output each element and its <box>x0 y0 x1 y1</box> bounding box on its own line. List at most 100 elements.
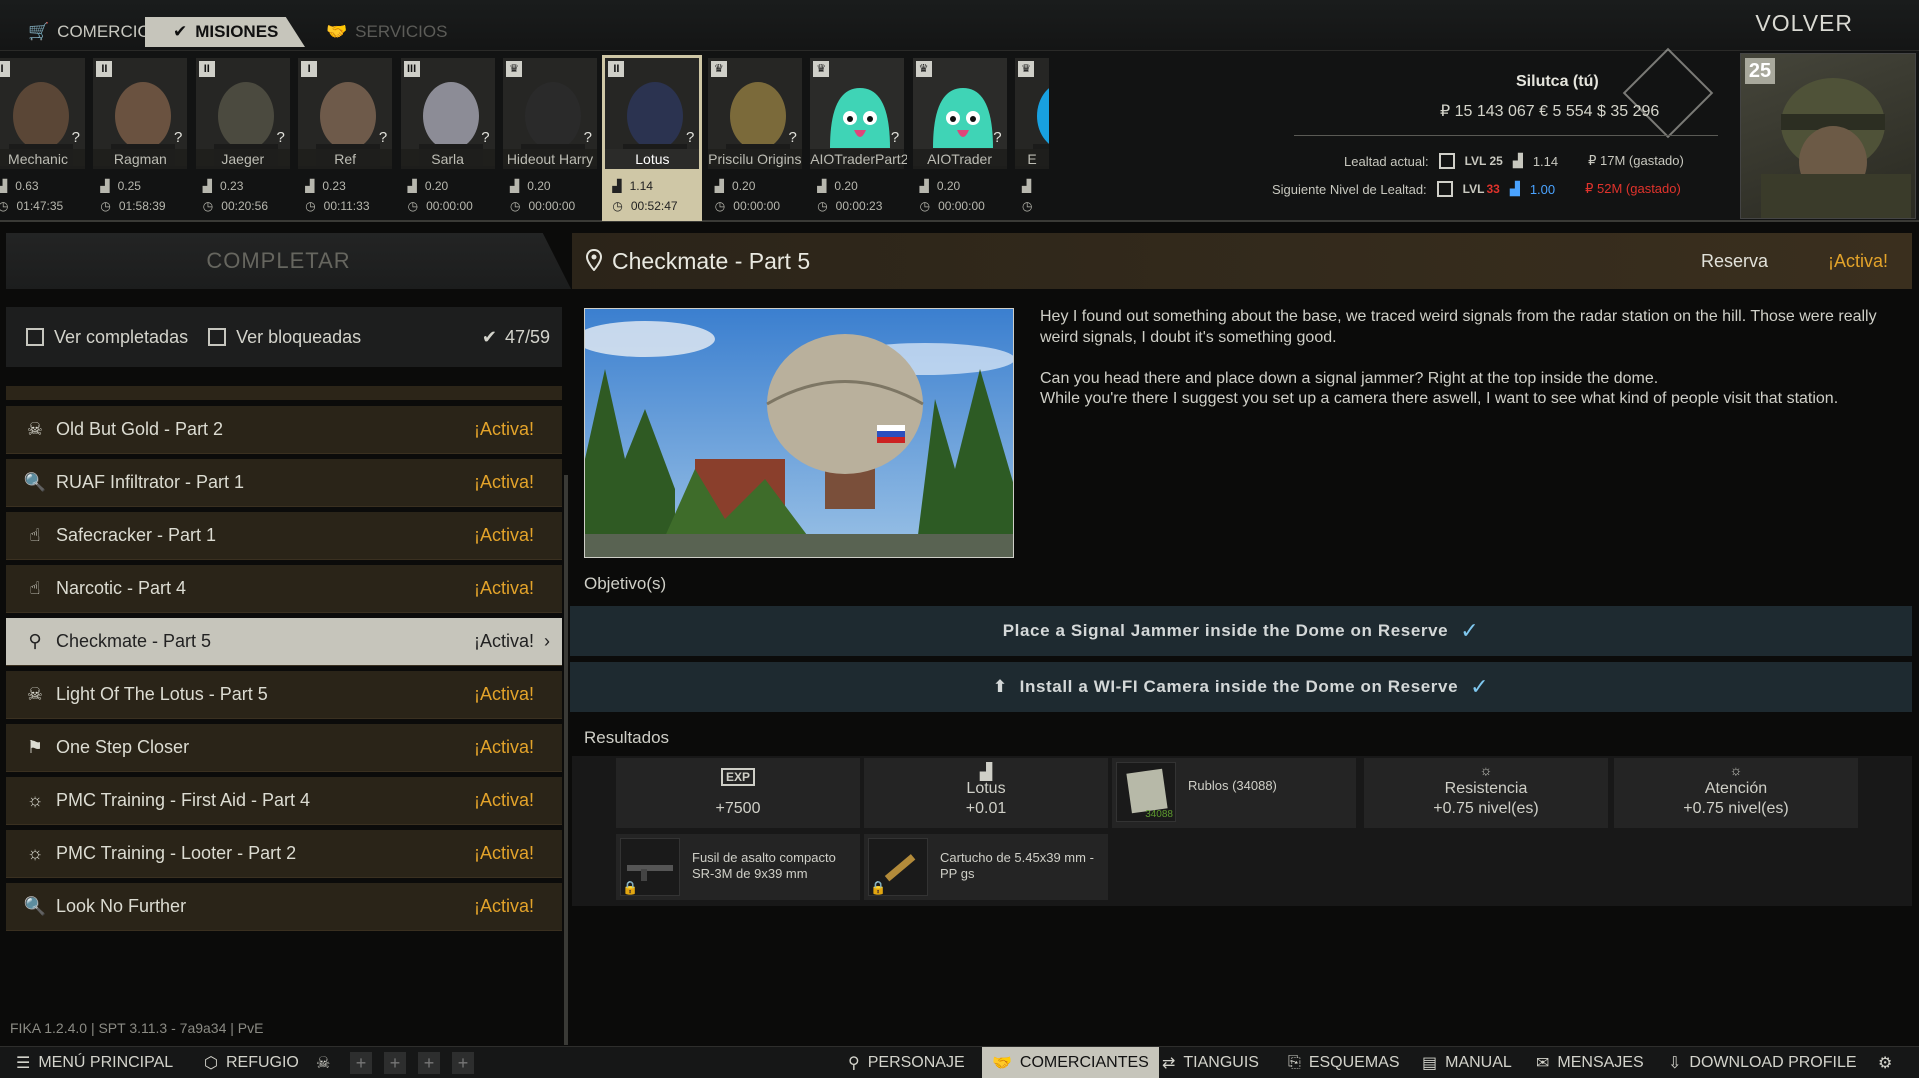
quest-list-item[interactable]: ⚑ One Step Closer ¡Activa! <box>6 724 562 772</box>
reward-item-label: Fusil de asalto compacto SR-3M de 9x39 m… <box>692 850 836 881</box>
quest-list-item[interactable]: 🔍 Look No Further ¡Activa! <box>6 883 562 931</box>
trader-restock-time: 00:00:00 <box>938 199 985 213</box>
clock-icon: ◷ <box>0 199 9 213</box>
show-locked-checkbox[interactable] <box>208 328 227 346</box>
quest-list-item[interactable]: ☼ PMC Training - Looter - Part 2 ¡Activa… <box>6 830 562 878</box>
reward-skill-name: Atención <box>1704 780 1768 797</box>
skull-slot-button[interactable]: ☠ <box>316 1047 330 1078</box>
trader-card[interactable]: ♛ E ▟ ◷ <box>1012 55 1052 221</box>
main-menu-button[interactable]: ☰ MENÚ PRINCIPAL <box>16 1047 173 1078</box>
tab-services[interactable]: 🤝 SERVICIOS <box>298 17 448 47</box>
trader-restock: ◷ 00:00:00 <box>715 199 780 213</box>
quest-list-status: ¡Activa! <box>474 472 535 492</box>
trader-rep-value: 1.14 <box>629 179 653 193</box>
quest-list-item[interactable]: ☠ Old But Gold - Part 2 ¡Activa! <box>6 406 562 454</box>
trader-restock-time: 00:20:56 <box>221 199 268 213</box>
bottom-bar: ☰ MENÚ PRINCIPAL ⬡ REFUGIO ☠ + + + + ⚲ P… <box>0 1046 1919 1078</box>
reputation-icon: ▟ <box>714 179 725 193</box>
trader-card[interactable]: II ? Jaeger ▟ 0.23 ◷ 00:20:56 <box>193 55 293 221</box>
trader-card[interactable]: III ? Sarla ▟ 0.20 ◷ 00:00:00 <box>398 55 498 221</box>
quest-list-scrollbar[interactable] <box>564 475 568 1045</box>
quest-list-item[interactable]: ☠ Light Of The Lotus - Part 5 ¡Activa! <box>6 671 562 719</box>
clock-icon: ◷ <box>612 199 623 213</box>
character-icon: ⚲ <box>848 1055 860 1072</box>
trader-card[interactable]: I ? Ref ▟ 0.23 ◷ 00:11:33 <box>295 55 395 221</box>
trader-card[interactable]: II ? Ragman ▟ 0.25 ◷ 01:58:39 <box>90 55 190 221</box>
quest-list-title: Old But Gold - Part 2 <box>56 419 224 439</box>
loyalty-next-rep: 1.00 <box>1529 181 1556 197</box>
reward-item-ammo[interactable]: 🔒 Cartucho de 5.45x39 mm - PP gs <box>864 834 1108 900</box>
trader-reputation: ▟ 0.20 <box>510 179 551 193</box>
back-button[interactable]: VOLVER <box>1755 10 1853 37</box>
add-slot-button[interactable]: + <box>418 1052 440 1074</box>
gear-icon: ⚙ <box>1878 1055 1893 1072</box>
exp-badge-icon: EXP <box>720 768 755 786</box>
trader-restock: ◷ 00:00:23 <box>817 199 882 213</box>
manual-button[interactable]: ▤ MANUAL <box>1422 1047 1512 1078</box>
trader-card[interactable]: I ? Mechanic ▟ 0.63 ◷ 01:47:35 <box>0 55 88 221</box>
tab-trade[interactable]: 🛒 COMERCIO <box>0 17 151 47</box>
player-panel: Silutca (tú) ₽ 15 143 067 € 5 554 $ 35 2… <box>1268 47 1738 221</box>
trader-rank-badge: III <box>403 61 420 77</box>
reward-trader-rep: ▟ Lotus +0.01 <box>864 758 1108 828</box>
trader-reputation: ▟ 0.25 <box>100 179 141 193</box>
trader-rank-badge: ♛ <box>506 61 522 77</box>
clan-emblem-icon <box>1622 47 1714 139</box>
trader-card[interactable]: II ? Lotus ▟ 1.14 ◷ 00:52:47 <box>602 55 703 221</box>
messages-label: MENSAJES <box>1557 1054 1644 1071</box>
settings-button[interactable]: ⚙ <box>1878 1047 1892 1078</box>
tab-quests[interactable]: ✔ MISIONES <box>145 17 305 47</box>
flea-market-button[interactable]: ⇄ TIANGUIS <box>1162 1047 1259 1078</box>
reward-skill-name: Resistencia <box>1444 780 1528 797</box>
trader-restock: ◷ 00:11:33 <box>305 199 369 213</box>
reputation-icon: ▟ <box>202 179 213 193</box>
quest-detail-header: Checkmate - Part 5 Reserva ¡Activa! <box>572 233 1912 289</box>
reward-item-rifle[interactable]: 🔒 Fusil de asalto compacto SR-3M de 9x39… <box>616 834 860 900</box>
trader-name: Sarla <box>400 149 495 169</box>
messages-button[interactable]: ✉ MENSAJES <box>1536 1047 1644 1078</box>
exchange-icon: ⇄ <box>1162 1055 1176 1072</box>
traders-button[interactable]: 🤝 COMERCIANTES <box>982 1047 1159 1078</box>
quest-list-title: Safecracker - Part 1 <box>56 525 217 545</box>
reputation-icon: ▟ <box>1509 181 1520 196</box>
reward-trader-rep-value: +0.01 <box>965 800 1007 817</box>
add-slot-button[interactable]: + <box>452 1052 474 1074</box>
trader-restock-time: 00:00:00 <box>528 199 576 213</box>
reward-rubles[interactable]: 34088 Rublos (34088) <box>1112 758 1356 828</box>
quest-list-item[interactable]: ☝ Narcotic - Part 4 ¡Activa! <box>6 565 562 613</box>
trader-card[interactable]: ♛ ? AIOTraderPart2 ▟ 0.20 ◷ 00:00:23 <box>807 55 907 221</box>
trader-restock-time: 00:00:00 <box>426 199 473 213</box>
trader-card[interactable]: ♛ ? AIOTrader ▟ 0.20 ◷ 00:00:00 <box>910 55 1010 221</box>
trader-card[interactable]: ♛ ? Priscilu Origins ▟ 0.20 ◷ 00:00:00 <box>705 55 805 221</box>
book-icon: ▤ <box>1422 1055 1438 1072</box>
trader-card[interactable]: ♛ ? Hideout Harry ▟ 0.20 ◷ 00:00:00 <box>500 55 600 221</box>
check-circle-icon: ✔ <box>173 22 188 41</box>
hideout-button[interactable]: ⬡ REFUGIO <box>204 1047 299 1078</box>
download-profile-button[interactable]: ⇩ DOWNLOAD PROFILE <box>1668 1047 1857 1078</box>
pin-icon <box>586 249 602 271</box>
builds-button[interactable]: ⎘ ESQUEMAS <box>1288 1047 1400 1078</box>
quest-list-item[interactable]: 🔍 RUAF Infiltrator - Part 1 ¡Activa! <box>6 459 562 507</box>
hideout-icon: ⬡ <box>204 1055 218 1072</box>
blueprint-icon: ⎘ <box>1288 1054 1301 1071</box>
quest-list-item[interactable]: ⚲ Checkmate - Part 5 ¡Activa! › <box>6 618 562 666</box>
show-completed-checkbox[interactable] <box>26 328 44 346</box>
player-avatar[interactable]: 25 <box>1740 53 1916 219</box>
quest-list-title: One Step Closer <box>56 737 190 757</box>
hideout-label: REFUGIO <box>225 1054 299 1071</box>
trader-rep-value: 0.20 <box>834 179 858 193</box>
complete-header: COMPLETAR <box>6 233 571 289</box>
add-slot-button[interactable]: + <box>384 1052 406 1074</box>
show-locked-label: Ver bloqueadas <box>236 326 362 347</box>
trader-restock: ◷ 01:47:35 <box>0 199 63 213</box>
skull-icon: ☠ <box>26 684 44 704</box>
quest-list-item[interactable]: ☝ Safecracker - Part 1 ¡Activa! <box>6 512 562 560</box>
trader-restock: ◷ 00:20:56 <box>203 199 268 213</box>
trader-strip: I ? Mechanic ▟ 0.63 ◷ 01:47:35 II ? Ragm… <box>0 47 1919 222</box>
quest-list-title: Checkmate - Part 5 <box>56 631 212 651</box>
character-button[interactable]: ⚲ PERSONAJE <box>848 1047 965 1078</box>
add-slot-button[interactable]: + <box>350 1052 372 1074</box>
question-mark-icon: ? <box>276 129 285 146</box>
quest-list-item[interactable]: ☼ PMC Training - First Aid - Part 4 ¡Act… <box>6 777 562 825</box>
trader-name: Hideout Harry <box>503 149 597 169</box>
